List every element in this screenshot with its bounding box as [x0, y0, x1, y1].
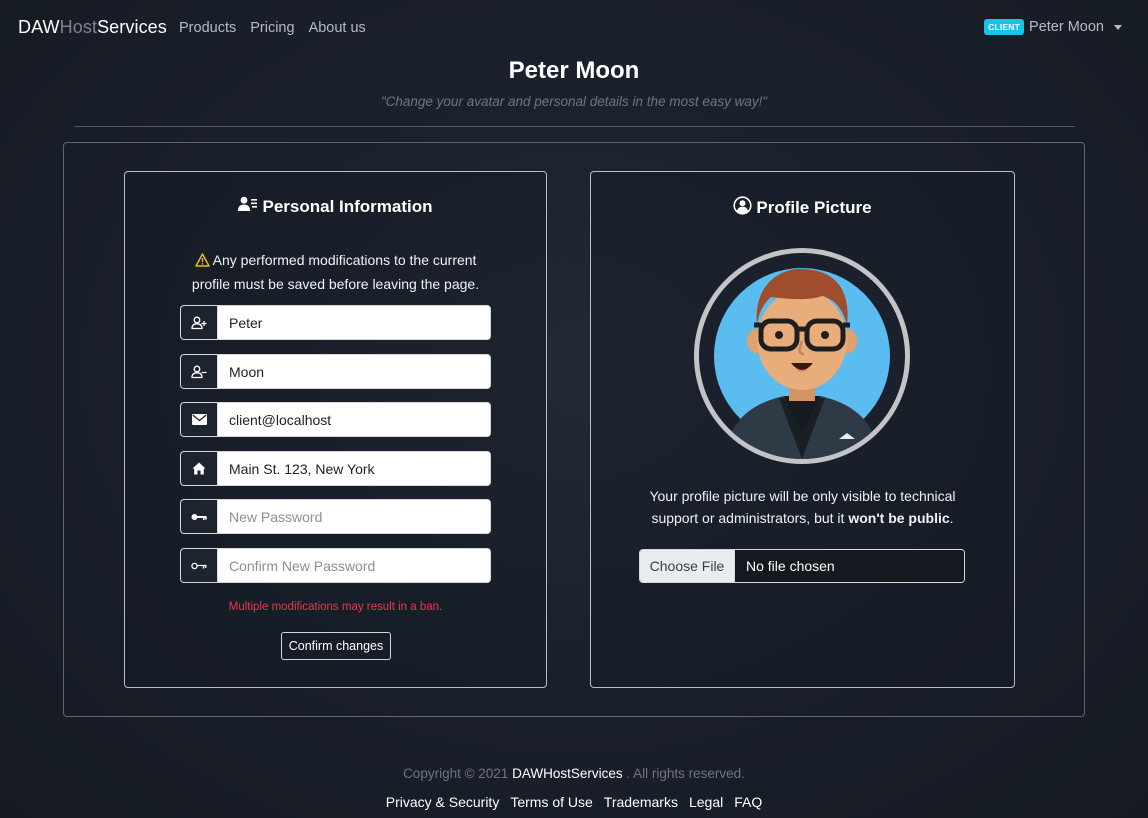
brand-logo[interactable]: DAWHostServices [18, 17, 167, 38]
profile-picture-card: Profile Picture Your profile picture wil… [590, 171, 1015, 688]
client-badge: CLIENT [984, 19, 1025, 35]
key-icon [181, 500, 218, 533]
first-name-field [180, 305, 491, 340]
confirm-password-input[interactable] [218, 549, 490, 582]
caret-down-icon [1114, 24, 1122, 30]
navbar: DAWHostServices Products Pricing About u… [0, 0, 1148, 58]
copyright-brand-link[interactable]: DAWHostServices [512, 766, 623, 781]
warning-line-2: profile must be saved before leaving the… [191, 276, 480, 292]
header-divider [74, 126, 1075, 127]
envelope-icon [181, 403, 218, 436]
brand-part-host: Host [59, 17, 98, 37]
page-subtitle: "Change your avatar and personal details… [380, 94, 768, 109]
user-minus-icon [181, 355, 218, 388]
file-status-text: No file chosen [735, 550, 964, 582]
card-title-text: Profile Picture [756, 198, 872, 217]
visibility-note-line-2c: . [949, 510, 954, 526]
page-title: Peter Moon [508, 57, 640, 84]
copyright-suffix: . All rights reserved. [622, 766, 745, 781]
last-name-input[interactable] [218, 355, 490, 388]
new-password-field [180, 499, 491, 534]
save-warning: Any performed modifications to the curre… [125, 249, 546, 295]
email-field [180, 402, 491, 437]
visibility-note-line-2a: support or administrators, but it [651, 510, 849, 526]
user-plus-icon [181, 306, 218, 339]
brand-part-daw: DAW [18, 17, 60, 37]
first-name-input[interactable] [218, 306, 490, 339]
footer-link-privacy[interactable]: Privacy & Security [386, 794, 500, 810]
user-name: Peter Moon [1029, 19, 1104, 35]
last-name-field [180, 354, 491, 389]
nav-links: Products Pricing About us [179, 20, 366, 36]
warning-triangle-icon [194, 251, 210, 273]
choose-file-button[interactable]: Choose File [640, 550, 735, 582]
new-password-input[interactable] [218, 500, 490, 533]
nav-link-pricing[interactable]: Pricing [250, 20, 294, 36]
copyright-text: Copyright © 2021 DAWHostServices . All r… [0, 766, 1148, 781]
copyright-prefix: Copyright © 2021 [403, 766, 513, 781]
footer-link-trademarks[interactable]: Trademarks [604, 794, 678, 810]
visibility-note: Your profile picture will be only visibl… [591, 485, 1014, 529]
personal-information-title: Personal Information [125, 196, 546, 217]
personal-information-card: Personal Information Any performed modif… [124, 171, 547, 688]
confirm-password-field [180, 548, 491, 583]
address-input[interactable] [218, 452, 490, 485]
footer-link-legal[interactable]: Legal [689, 794, 723, 810]
card-title-text: Personal Information [262, 196, 433, 216]
warning-line-1: Any performed modifications to the curre… [212, 252, 477, 268]
key-outline-icon [181, 549, 218, 582]
nav-link-products[interactable]: Products [179, 20, 236, 36]
footer-links: Privacy & Security Terms of Use Trademar… [0, 794, 1148, 810]
address-field [180, 451, 491, 486]
brand-part-services: Services [97, 17, 167, 37]
profile-picture-file-input[interactable]: Choose File No file chosen [639, 549, 965, 583]
ban-warning-text: Multiple modifications may result in a b… [228, 601, 443, 613]
house-icon [181, 452, 218, 485]
confirm-changes-button[interactable]: Confirm changes [281, 632, 391, 660]
nav-link-about[interactable]: About us [309, 20, 366, 36]
user-circle-icon [733, 196, 752, 220]
visibility-note-line-1: Your profile picture will be only visibl… [649, 488, 956, 504]
footer-link-faq[interactable]: FAQ [734, 794, 762, 810]
user-menu-dropdown[interactable]: CLIENT Peter Moon [984, 19, 1122, 35]
profile-picture-title: Profile Picture [591, 196, 1014, 220]
email-input[interactable] [218, 403, 490, 436]
user-details-icon [238, 196, 258, 217]
profile-avatar-image [694, 248, 910, 464]
visibility-note-emphasis: won't be public [848, 510, 950, 526]
footer-link-terms[interactable]: Terms of Use [510, 794, 592, 810]
